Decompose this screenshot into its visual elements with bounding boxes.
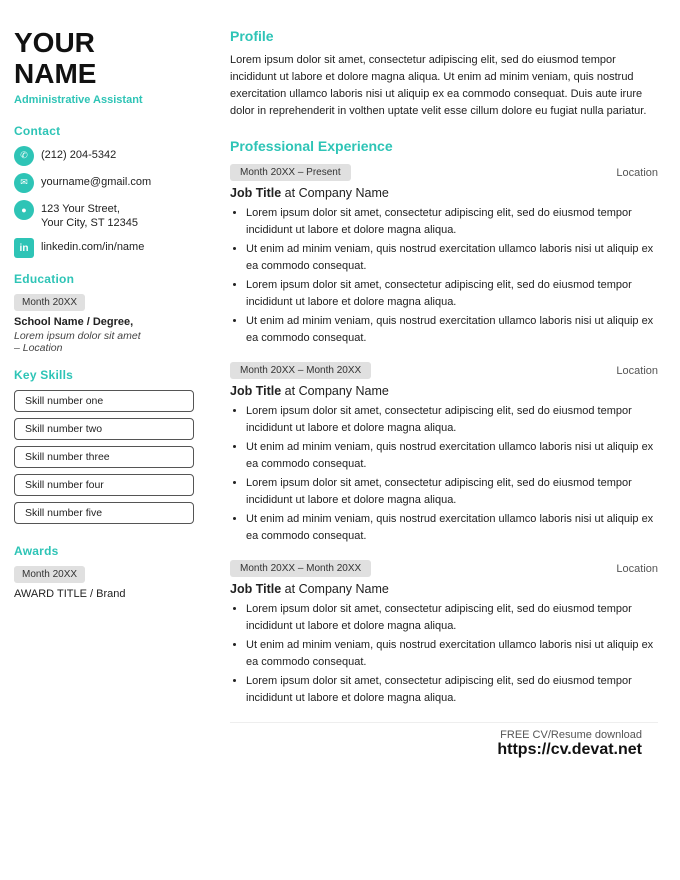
contact-linkedin: in linkedin.com/in/name bbox=[14, 238, 194, 258]
contact-email: ✉ yourname@gmail.com bbox=[14, 173, 194, 193]
footer-watermark: FREE CV/Resume download https://cv.devat… bbox=[230, 722, 658, 769]
experience-entry-2: Month 20XX – Month 20XX Location Job Tit… bbox=[230, 362, 658, 544]
education-desc: Lorem ipsum dolor sit amet– Location bbox=[14, 330, 194, 354]
exp-location-1: Location bbox=[616, 167, 658, 179]
exp-header-2: Month 20XX – Month 20XX Location bbox=[230, 362, 658, 379]
exp-bullets-2: Lorem ipsum dolor sit amet, consectetur … bbox=[230, 403, 658, 544]
exp-bullets-3: Lorem ipsum dolor sit amet, consectetur … bbox=[230, 601, 658, 706]
contact-phone-text: (212) 204-5342 bbox=[41, 146, 116, 163]
education-date-badge: Month 20XX bbox=[14, 294, 85, 311]
sidebar: YOUR NAME Administrative Assistant Conta… bbox=[0, 0, 210, 880]
exp-date-2: Month 20XX – Month 20XX bbox=[230, 362, 371, 379]
contact-address: ● 123 Your Street,Your City, ST 12345 bbox=[14, 200, 194, 232]
awards-date-badge: Month 20XX bbox=[14, 566, 85, 583]
bullet-2-2: Ut enim ad minim veniam, quis nostrud ex… bbox=[246, 439, 658, 472]
contact-phone: ✆ (212) 204-5342 bbox=[14, 146, 194, 166]
bullet-2-3: Lorem ipsum dolor sit amet, consectetur … bbox=[246, 475, 658, 508]
exp-company-2: Company Name bbox=[299, 384, 389, 398]
job-title: Administrative Assistant bbox=[14, 94, 194, 106]
bullet-3-2: Ut enim ad minim veniam, quis nostrud ex… bbox=[246, 637, 658, 670]
name-line1: YOUR bbox=[14, 27, 95, 58]
education-label: Education bbox=[14, 272, 194, 286]
exp-location-2: Location bbox=[616, 365, 658, 377]
footer-free-text: FREE CV/Resume download bbox=[500, 729, 642, 741]
exp-at-2: at bbox=[285, 384, 299, 398]
bullet-1-3: Lorem ipsum dolor sit amet, consectetur … bbox=[246, 277, 658, 310]
bullet-3-1: Lorem ipsum dolor sit amet, consectetur … bbox=[246, 601, 658, 634]
name-line2: NAME bbox=[14, 58, 96, 89]
profile-section-title: Profile bbox=[230, 28, 658, 44]
education-school: School Name / Degree, bbox=[14, 316, 194, 328]
exp-jobtitle-bold-3: Job Title bbox=[230, 582, 281, 596]
awards-label: Awards bbox=[14, 544, 194, 558]
resume-page: YOUR NAME Administrative Assistant Conta… bbox=[0, 0, 680, 880]
exp-company-1: Company Name bbox=[299, 186, 389, 200]
skills-label: Key Skills bbox=[14, 368, 194, 382]
skill-1: Skill number one bbox=[14, 390, 194, 412]
exp-bullets-1: Lorem ipsum dolor sit amet, consectetur … bbox=[230, 205, 658, 346]
contact-list: ✆ (212) 204-5342 ✉ yourname@gmail.com ● … bbox=[14, 146, 194, 259]
skills-list: Skill number one Skill number two Skill … bbox=[14, 390, 194, 530]
main-content: Profile Lorem ipsum dolor sit amet, cons… bbox=[210, 0, 680, 880]
exp-location-3: Location bbox=[616, 563, 658, 575]
exp-header-3: Month 20XX – Month 20XX Location bbox=[230, 560, 658, 577]
address-icon: ● bbox=[14, 200, 34, 220]
exp-jobtitle-bold-2: Job Title bbox=[230, 384, 281, 398]
profile-text: Lorem ipsum dolor sit amet, consectetur … bbox=[230, 52, 658, 120]
exp-jobtitle-1: Job Title at Company Name bbox=[230, 186, 658, 200]
contact-email-text: yourname@gmail.com bbox=[41, 173, 151, 190]
exp-jobtitle-bold-1: Job Title bbox=[230, 186, 281, 200]
bullet-1-1: Lorem ipsum dolor sit amet, consectetur … bbox=[246, 205, 658, 238]
exp-header-1: Month 20XX – Present Location bbox=[230, 164, 658, 181]
bullet-1-2: Ut enim ad minim veniam, quis nostrud ex… bbox=[246, 241, 658, 274]
exp-at-1: at bbox=[285, 186, 299, 200]
skill-5: Skill number five bbox=[14, 502, 194, 524]
bullet-1-4: Ut enim ad minim veniam, quis nostrud ex… bbox=[246, 313, 658, 346]
experience-section-title: Professional Experience bbox=[230, 138, 658, 154]
exp-jobtitle-3: Job Title at Company Name bbox=[230, 582, 658, 596]
skill-3: Skill number three bbox=[14, 446, 194, 468]
phone-icon: ✆ bbox=[14, 146, 34, 166]
exp-jobtitle-2: Job Title at Company Name bbox=[230, 384, 658, 398]
contact-linkedin-text: linkedin.com/in/name bbox=[41, 238, 144, 255]
bullet-2-4: Ut enim ad minim veniam, quis nostrud ex… bbox=[246, 511, 658, 544]
email-icon: ✉ bbox=[14, 173, 34, 193]
contact-label: Contact bbox=[14, 124, 194, 138]
bullet-3-3: Lorem ipsum dolor sit amet, consectetur … bbox=[246, 673, 658, 706]
linkedin-icon: in bbox=[14, 238, 34, 258]
bullet-2-1: Lorem ipsum dolor sit amet, consectetur … bbox=[246, 403, 658, 436]
footer-url: https://cv.devat.net bbox=[230, 741, 642, 759]
name: YOUR NAME bbox=[14, 28, 194, 90]
experience-entry-3: Month 20XX – Month 20XX Location Job Tit… bbox=[230, 560, 658, 706]
exp-date-3: Month 20XX – Month 20XX bbox=[230, 560, 371, 577]
contact-address-text: 123 Your Street,Your City, ST 12345 bbox=[41, 200, 138, 232]
award-title: AWARD TITLE / Brand bbox=[14, 588, 194, 600]
exp-date-1: Month 20XX – Present bbox=[230, 164, 351, 181]
exp-at-3: at bbox=[285, 582, 299, 596]
experience-entry-1: Month 20XX – Present Location Job Title … bbox=[230, 164, 658, 346]
skill-4: Skill number four bbox=[14, 474, 194, 496]
exp-company-3: Company Name bbox=[299, 582, 389, 596]
skill-2: Skill number two bbox=[14, 418, 194, 440]
